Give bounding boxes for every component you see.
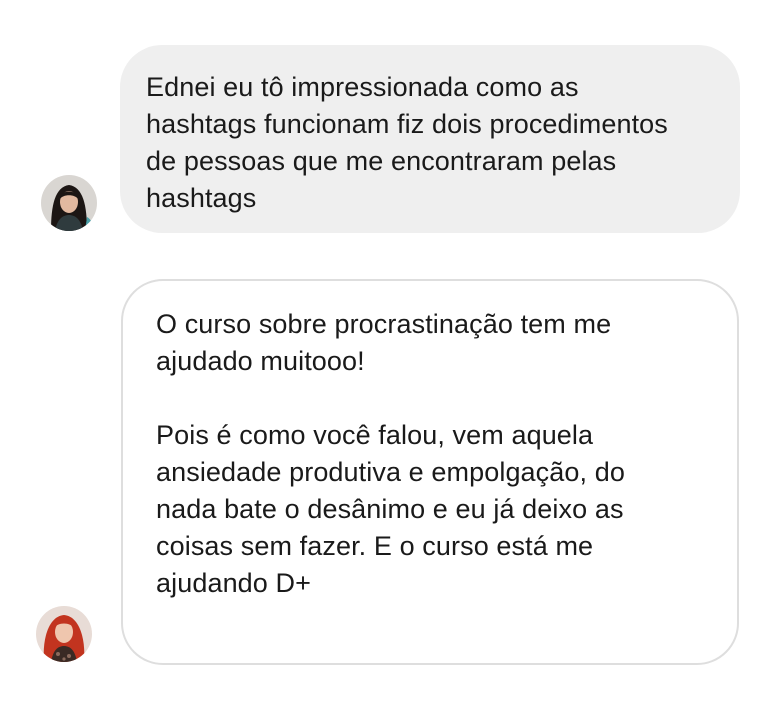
message-text: Pois é como você falou, vem aquela ansie… — [156, 420, 625, 598]
sender-avatar[interactable] — [36, 606, 92, 662]
avatar-woman-red-hair-icon — [36, 606, 92, 662]
avatar-woman-dark-hair-icon — [41, 175, 97, 231]
message-bubble[interactable]: Ednei eu tô impressionada como as hashta… — [120, 45, 740, 233]
message-bubble[interactable]: O curso sobre procrastinação tem me ajud… — [121, 279, 739, 665]
message-thread: Ednei eu tô impressionada como as hashta… — [0, 0, 777, 707]
sender-avatar[interactable] — [41, 175, 97, 231]
message-text: O curso sobre procrastinação tem me ajud… — [156, 309, 612, 376]
message-text: Ednei eu tô impressionada como as hashta… — [146, 72, 668, 213]
